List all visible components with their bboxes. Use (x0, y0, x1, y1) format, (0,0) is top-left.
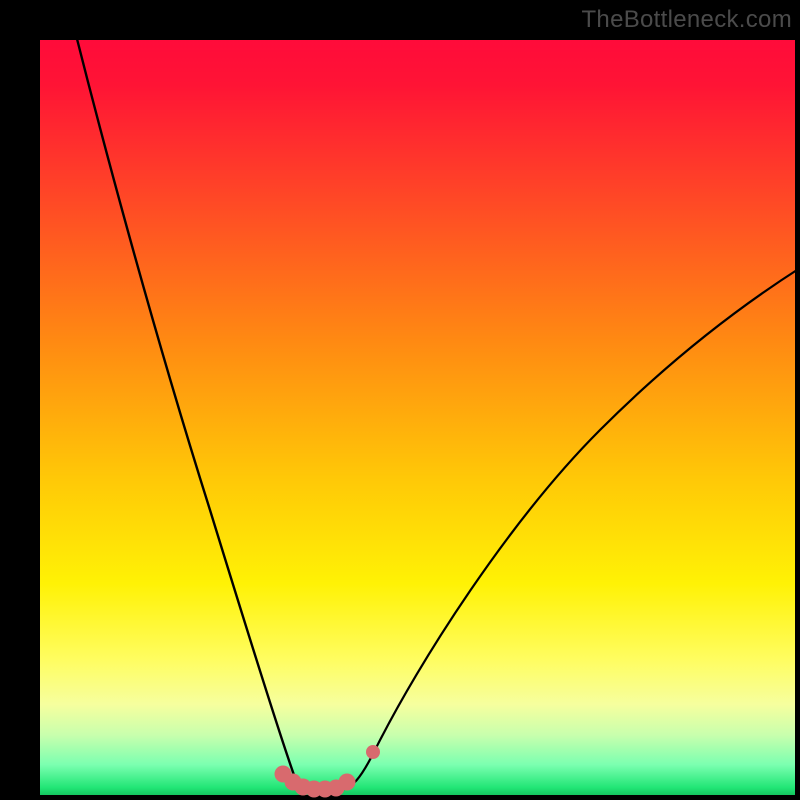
plot-area (40, 40, 795, 795)
marker-dot (366, 745, 380, 759)
watermark-text: TheBottleneck.com (581, 6, 792, 34)
curve-layer (40, 40, 795, 795)
marker-dot (339, 774, 356, 791)
bottleneck-curve-right (340, 268, 800, 790)
chart-frame: TheBottleneck.com (0, 0, 800, 800)
bottleneck-curve-left (76, 35, 306, 790)
